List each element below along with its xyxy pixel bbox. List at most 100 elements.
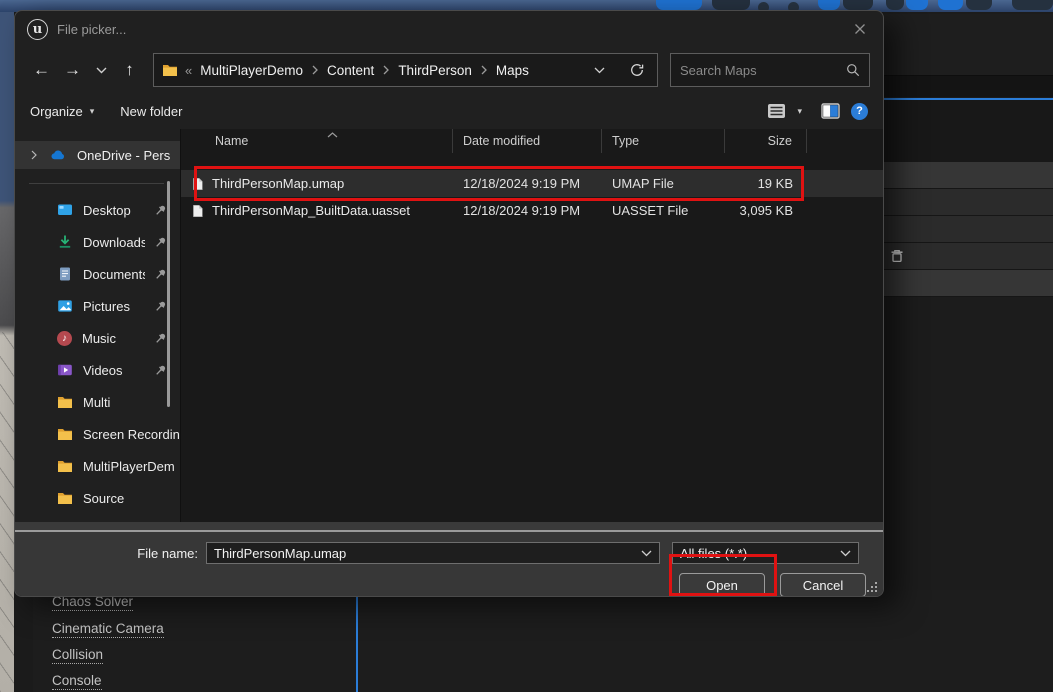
sidebar-item-documents[interactable]: Documents — [15, 258, 180, 290]
file-list-pane: Name Date modified Type Size ThirdPerson… — [181, 129, 883, 522]
desktop-icon — [57, 202, 73, 218]
folder-icon — [57, 394, 73, 410]
help-icon[interactable]: ? — [851, 103, 868, 120]
address-dropdown-chevron-icon[interactable] — [594, 67, 605, 74]
sidebar-item-onedrive[interactable]: OneDrive - Pers — [15, 141, 180, 169]
breadcrumb-thirdperson[interactable]: ThirdPerson — [396, 63, 474, 78]
file-name-input[interactable] — [214, 546, 641, 561]
sidebar-item-pictures[interactable]: Pictures — [15, 290, 180, 322]
bg-button-shape — [818, 0, 840, 10]
open-button-label: Open — [706, 578, 738, 593]
file-name-cell: ThirdPersonMap.umap — [181, 170, 453, 197]
breadcrumb-overflow-icon[interactable]: « — [185, 63, 192, 78]
file-icon — [191, 176, 204, 192]
breadcrumb-maps[interactable]: Maps — [494, 63, 531, 78]
trash-icon[interactable] — [889, 248, 905, 264]
pin-icon — [155, 300, 167, 312]
sidebar-separator — [29, 183, 164, 184]
logo-letter: u — [33, 23, 42, 36]
sidebar-item-source[interactable]: Source — [15, 482, 180, 514]
sidebar-item-multiplayerdemo[interactable]: MultiPlayerDem — [15, 450, 180, 482]
breadcrumb-multiplayerdemo[interactable]: MultiPlayerDemo — [198, 63, 305, 78]
pin-icon — [155, 364, 167, 376]
file-name: ThirdPersonMap.umap — [212, 176, 344, 191]
pictures-icon — [57, 298, 73, 314]
file-type: UMAP File — [602, 170, 725, 197]
videos-icon — [57, 362, 73, 378]
breadcrumb-content[interactable]: Content — [325, 63, 376, 78]
dialog-titlebar[interactable]: u File picker... — [15, 11, 883, 47]
column-header-size[interactable]: Size — [725, 129, 807, 153]
accent-line — [356, 590, 358, 692]
file-date: 12/18/2024 9:19 PM — [453, 197, 602, 224]
list-header: Name Date modified Type Size — [181, 129, 883, 153]
open-button[interactable]: Open — [679, 573, 765, 597]
sidebar-item-music[interactable]: ♪ Music — [15, 322, 180, 354]
bg-button-shape — [712, 0, 750, 10]
up-button[interactable]: ↑ — [116, 57, 143, 84]
column-header-type[interactable]: Type — [602, 129, 725, 153]
search-input[interactable] — [680, 63, 846, 78]
cancel-button[interactable]: Cancel — [780, 573, 866, 597]
sidebar-item-label: Music — [82, 331, 116, 346]
window-title: File picker... — [57, 22, 126, 37]
bg-button-shape — [906, 0, 928, 10]
chevron-down-icon — [840, 550, 851, 557]
settings-link-collision[interactable]: Collision — [52, 647, 103, 664]
search-icon[interactable] — [846, 63, 860, 77]
details-view-icon[interactable] — [767, 103, 786, 119]
folder-icon — [162, 62, 178, 78]
file-date: 12/18/2024 9:19 PM — [453, 170, 602, 197]
preview-pane-icon[interactable] — [821, 103, 840, 119]
sidebar-item-screen-recordings[interactable]: Screen Recordin — [15, 418, 180, 450]
pin-icon — [155, 268, 167, 280]
refresh-icon[interactable] — [629, 62, 645, 78]
sidebar-item-downloads[interactable]: Downloads — [15, 226, 180, 258]
file-size: 3,095 KB — [725, 197, 807, 224]
recent-locations-chevron-icon[interactable] — [90, 57, 112, 84]
cancel-button-label: Cancel — [803, 578, 843, 593]
view-options-chevron-icon[interactable]: ▾ — [797, 106, 802, 117]
sidebar-item-videos[interactable]: Videos — [15, 354, 180, 386]
address-bar[interactable]: « MultiPlayerDemo Content ThirdPerson Ma… — [153, 53, 658, 87]
file-row-thirdpersonmap[interactable]: ThirdPersonMap.umap 12/18/2024 9:19 PM U… — [181, 170, 883, 197]
search-box[interactable] — [670, 53, 870, 87]
column-header-name[interactable]: Name — [181, 129, 453, 153]
folder-icon — [57, 490, 73, 506]
organize-button[interactable]: Organize ▾ — [30, 104, 94, 119]
toolbar-right-group: ▾ ? — [767, 103, 868, 120]
sidebar-scrollbar[interactable] — [167, 181, 170, 407]
resize-grip[interactable] — [867, 582, 878, 593]
file-picker-dialog: u File picker... ← → ↑ « MultiPlayerDemo… — [14, 10, 884, 597]
property-row — [884, 162, 1053, 188]
organize-label: Organize — [30, 104, 83, 119]
folder-icon — [57, 426, 73, 442]
property-rows — [884, 162, 1053, 297]
chevron-down-icon[interactable] — [641, 550, 652, 557]
new-folder-button[interactable]: New folder — [120, 104, 182, 119]
documents-icon — [57, 266, 73, 282]
file-type-value: All files (*.*) — [680, 546, 840, 561]
settings-link-cinematic-camera[interactable]: Cinematic Camera — [52, 621, 164, 638]
file-type-dropdown[interactable]: All files (*.*) — [672, 542, 859, 564]
chevron-right-icon — [312, 65, 318, 75]
file-name-combobox[interactable] — [206, 542, 660, 564]
column-header-date-modified[interactable]: Date modified — [453, 129, 602, 153]
sort-ascending-icon — [327, 132, 338, 138]
folder-icon — [57, 458, 73, 474]
file-row-builtdata[interactable]: ThirdPersonMap_BuiltData.uasset 12/18/20… — [181, 197, 883, 224]
forward-button[interactable]: → — [59, 57, 86, 84]
sidebar-item-desktop[interactable]: Desktop — [15, 194, 180, 226]
close-icon[interactable] — [849, 18, 871, 40]
expand-chevron-icon[interactable] — [30, 150, 38, 160]
panel-section — [884, 76, 1053, 97]
sidebar-item-multi[interactable]: Multi — [15, 386, 180, 418]
settings-link-console[interactable]: Console — [52, 673, 102, 690]
bg-button-shape — [966, 0, 992, 10]
back-button[interactable]: ← — [28, 57, 55, 84]
dialog-buttons-row: Open Cancel — [15, 573, 883, 597]
sidebar-item-label: Videos — [83, 363, 123, 378]
onedrive-cloud-icon — [50, 147, 66, 163]
column-label: Name — [215, 134, 248, 148]
bg-button-shape — [843, 0, 873, 10]
